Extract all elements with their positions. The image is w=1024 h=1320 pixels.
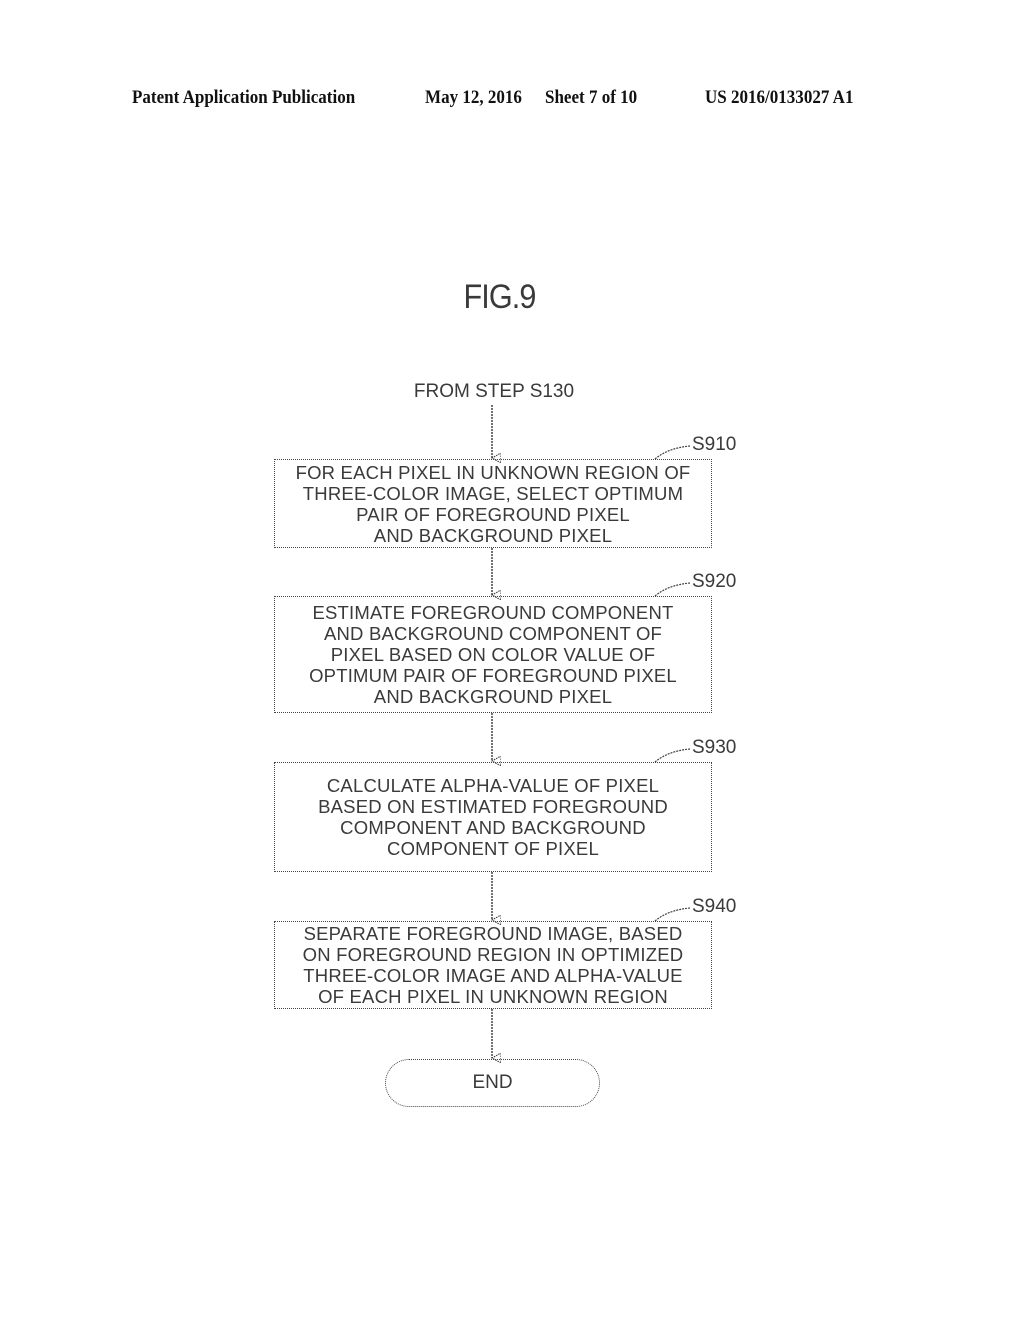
leader-s920 — [654, 582, 691, 597]
step-text-line: AND BACKGROUND PIXEL — [373, 524, 613, 546]
step-text-line: BASED ON ESTIMATED FOREGROUND — [318, 796, 668, 817]
leader-s930 — [654, 748, 691, 763]
step-text-line: SEPARATE FOREGROUND IMAGE, BASED — [303, 923, 683, 944]
end-label: END — [472, 1072, 513, 1093]
step-text-line: FOR EACH PIXEL IN UNKNOWN REGION OF — [295, 461, 691, 483]
step-label-s930: S930 — [692, 737, 737, 758]
sheet-number: Sheet 7 of 10 — [545, 88, 638, 108]
step-label-s920: S920 — [692, 571, 737, 592]
step-text-line: PIXEL BASED ON COLOR VALUE OF — [330, 644, 656, 665]
step-text-line: ESTIMATE FOREGROUND COMPONENT — [312, 602, 674, 623]
publication-date: May 12, 2016 — [425, 88, 522, 108]
step-text-line: AND BACKGROUND COMPONENT OF — [323, 623, 663, 644]
step-text-line: THREE-COLOR IMAGE AND ALPHA-VALUE — [303, 965, 683, 986]
leader-s940 — [654, 907, 691, 922]
step-text-line: OPTIMUM PAIR OF FOREGROUND PIXEL — [309, 665, 677, 686]
entry-label: FROM STEP S130 — [413, 381, 575, 402]
step-text-line: ON FOREGROUND REGION IN OPTIMIZED — [302, 944, 684, 965]
step-label-s940: S940 — [692, 896, 737, 917]
step-box-s930: CALCULATE ALPHA-VALUE OF PIXEL BASED ON … — [274, 762, 712, 872]
step-text-line: AND BACKGROUND PIXEL — [373, 686, 613, 707]
step-text-line: COMPONENT AND BACKGROUND — [340, 817, 646, 838]
patent-header: Patent Application Publication May 12, 2… — [0, 88, 1024, 116]
step-text-line: CALCULATE ALPHA-VALUE OF PIXEL — [326, 775, 660, 796]
figure-title: FIG.9 — [463, 278, 536, 316]
patent-number: US 2016/0133027 A1 — [705, 88, 854, 108]
step-text-line: OF EACH PIXEL IN UNKNOWN REGION — [318, 986, 668, 1007]
step-label-s910: S910 — [692, 434, 737, 455]
step-text-line: THREE-COLOR IMAGE, SELECT OPTIMUM — [302, 482, 684, 504]
leader-s910 — [654, 445, 691, 460]
publication-type: Patent Application Publication — [132, 88, 356, 108]
end-terminal: END — [385, 1059, 600, 1107]
step-box-s910: FOR EACH PIXEL IN UNKNOWN REGION OF THRE… — [274, 459, 712, 548]
step-box-s940: SEPARATE FOREGROUND IMAGE, BASED ON FORE… — [274, 921, 712, 1009]
step-text-line: PAIR OF FOREGROUND PIXEL — [356, 503, 630, 525]
step-box-s920: ESTIMATE FOREGROUND COMPONENT AND BACKGR… — [274, 596, 712, 713]
step-text-line: COMPONENT OF PIXEL — [387, 838, 599, 859]
